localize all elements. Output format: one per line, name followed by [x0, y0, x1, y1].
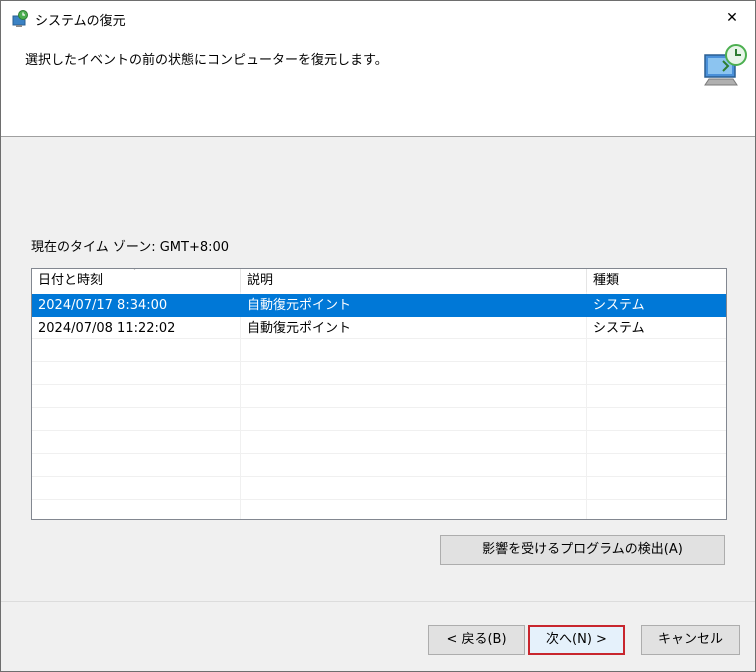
- grid-line: [32, 453, 726, 454]
- close-icon: ✕: [726, 10, 738, 26]
- close-button[interactable]: ✕: [709, 1, 755, 35]
- row-type: システム: [593, 321, 645, 336]
- column-description-label: 説明: [247, 273, 274, 288]
- window-title: システムの復元: [35, 14, 126, 29]
- back-button[interactable]: < 戻る(B): [428, 625, 525, 655]
- table-row[interactable]: 2024/07/08 11:22:02 自動復元ポイント システム: [32, 317, 726, 340]
- grid-line: [32, 430, 726, 431]
- system-restore-window: システムの復元 ✕ 選択したイベントの前の状態にコンピューターを復元します。 現…: [0, 0, 756, 672]
- next-button[interactable]: 次へ(N) >: [528, 625, 625, 655]
- computer-restore-icon: [704, 44, 747, 86]
- system-restore-icon: [12, 10, 28, 27]
- grid-line: [32, 361, 726, 362]
- cancel-button[interactable]: キャンセル: [641, 625, 740, 655]
- title-bar[interactable]: システムの復元 ✕: [1, 1, 755, 35]
- row-description: 自動復元ポイント: [247, 298, 352, 313]
- footer-divider: [1, 601, 755, 602]
- row-date: 2024/07/17 8:34:00: [38, 298, 168, 313]
- column-header-type[interactable]: 種類: [587, 269, 726, 292]
- header-panel: 選択したイベントの前の状態にコンピューターを復元します。: [1, 35, 755, 137]
- timezone-label: 現在のタイム ゾーン: GMT+8:00: [31, 240, 230, 255]
- column-date-label: 日付と時刻: [38, 273, 104, 288]
- row-description: 自動復元ポイント: [247, 321, 352, 336]
- scan-affected-programs-button[interactable]: 影響を受けるプログラムの検出(A): [440, 535, 725, 565]
- column-header-date[interactable]: 日付と時刻 ﹀: [32, 269, 241, 292]
- grid-line: [32, 384, 726, 385]
- row-date: 2024/07/08 11:22:02: [38, 321, 176, 336]
- grid-line: [32, 407, 726, 408]
- column-type-label: 種類: [593, 273, 620, 288]
- instruction-text: 選択したイベントの前の状態にコンピューターを復元します。: [25, 53, 388, 68]
- sort-down-icon: ﹀: [130, 268, 140, 277]
- column-header-description[interactable]: 説明: [241, 269, 587, 292]
- row-type: システム: [593, 298, 645, 313]
- table-row[interactable]: 2024/07/17 8:34:00 自動復元ポイント システム: [32, 294, 726, 317]
- restore-point-list[interactable]: 日付と時刻 ﹀ 説明 種類 2024/07/17 8:34:00 自動復元ポイン…: [31, 268, 727, 520]
- grid-line: [32, 499, 726, 500]
- grid-line: [32, 476, 726, 477]
